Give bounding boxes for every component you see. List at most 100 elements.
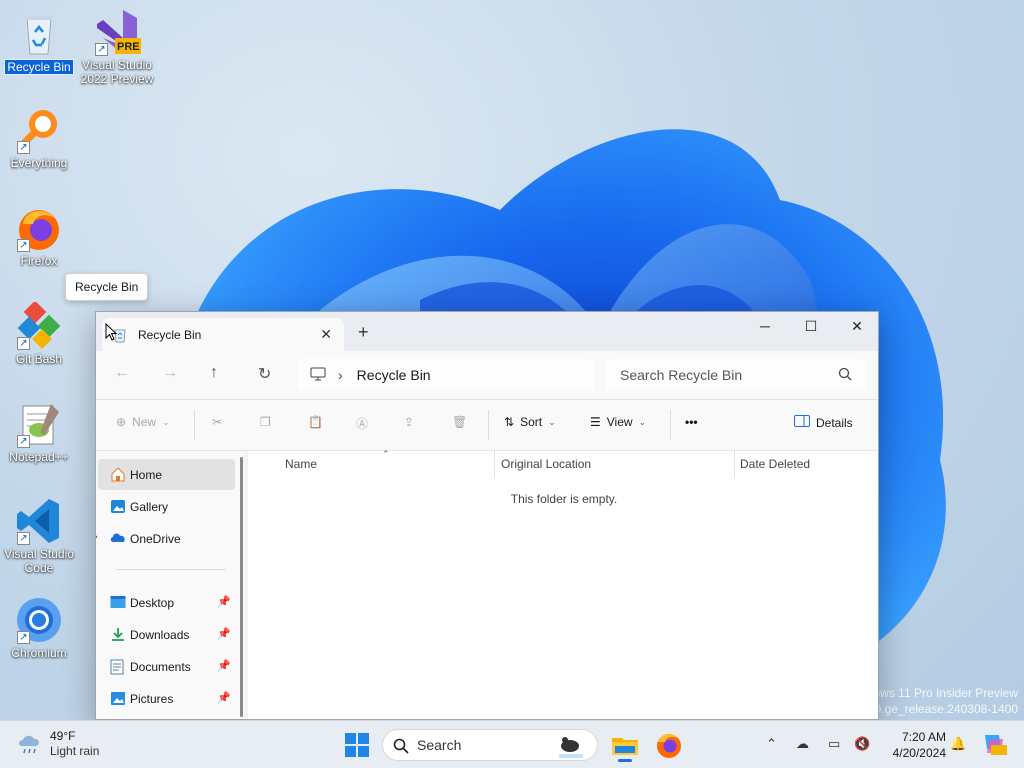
nav-item-label: Documents — [130, 659, 191, 674]
empty-folder-message: This folder is empty. — [510, 492, 618, 506]
close-tab-icon[interactable]: ✕ — [320, 326, 332, 343]
mouse-cursor-icon — [105, 323, 117, 341]
desktop-icon-vscode[interactable]: ↗ Visual Studio Code — [1, 497, 77, 575]
desktop-icon-firefox[interactable]: ↗ Firefox — [1, 204, 77, 268]
column-header-date-deleted[interactable]: Date Deleted — [740, 457, 810, 471]
cut-icon[interactable]: ✂ — [212, 415, 222, 429]
divider — [488, 410, 489, 440]
git-bash-icon: ↗ — [15, 300, 63, 350]
shortcut-arrow-icon: ↗ — [17, 435, 30, 448]
desktop-icon-notepad-plus-plus[interactable]: ↗ Notepad++ — [1, 400, 77, 464]
view-label: View — [606, 415, 633, 429]
taskbar-firefox[interactable] — [653, 729, 685, 761]
show-hidden-icons-chevron[interactable]: ⌃ — [766, 736, 777, 752]
nav-item-downloads[interactable]: Downloads 📌 — [98, 619, 235, 650]
details-button[interactable]: Details — [794, 415, 853, 430]
breadcrumb-separator[interactable]: › — [338, 367, 343, 383]
search-box[interactable]: Search Recycle Bin — [606, 359, 866, 391]
maximize-button[interactable]: ☐ — [788, 312, 834, 342]
share-icon[interactable]: ⇪ — [404, 415, 414, 429]
shortcut-arrow-icon: ↗ — [17, 631, 30, 644]
search-icon — [393, 738, 409, 754]
desktop-icon-label: Recycle Bin — [4, 59, 74, 75]
nav-scrollbar[interactable] — [240, 457, 243, 717]
pin-icon: 📌 — [217, 596, 231, 608]
tab-title: Recycle Bin — [138, 327, 202, 342]
watermark-line-1: ows 11 Pro Insider Preview — [873, 686, 1018, 700]
network-disconnected-icon[interactable]: ☁ — [796, 736, 809, 752]
nav-item-home[interactable]: Home — [98, 459, 235, 490]
shortcut-arrow-icon: ↗ — [17, 337, 30, 350]
taskbar: 49°F Light rain Search ⌃ ☁ ▭ 🔇 7:20 AM 4… — [0, 720, 1024, 768]
new-tab-button[interactable]: + — [358, 322, 369, 343]
taskbar-file-explorer[interactable] — [609, 729, 641, 762]
chevron-right-icon[interactable]: › — [96, 531, 98, 543]
address-bar[interactable]: › Recycle Bin — [298, 359, 594, 391]
column-header-original-location[interactable]: Original Location — [501, 457, 591, 471]
desktop-icon-chromium[interactable]: ↗ Chromium — [1, 596, 77, 660]
close-window-button[interactable]: ✕ — [834, 312, 878, 342]
weather-condition: Light rain — [50, 744, 100, 758]
back-arrow-icon[interactable]: ← — [114, 364, 130, 382]
column-divider[interactable] — [494, 451, 495, 477]
minimize-button[interactable]: ─ — [742, 312, 788, 342]
forward-arrow-icon[interactable]: → — [162, 364, 178, 382]
refresh-icon[interactable]: ↻ — [258, 364, 271, 384]
visual-studio-preview-icon: PRE ↗ — [93, 8, 141, 56]
nav-item-onedrive[interactable]: › OneDrive — [96, 523, 235, 554]
volume-muted-icon[interactable]: 🔇 — [854, 736, 870, 752]
firefox-icon — [657, 733, 681, 758]
nav-item-desktop[interactable]: Desktop 📌 — [98, 587, 235, 618]
start-button[interactable] — [341, 729, 373, 761]
divider — [194, 410, 195, 440]
new-button[interactable]: ⊕ New ⌄ — [116, 415, 170, 429]
desktop-icon-recycle-bin[interactable]: Recycle Bin — [1, 10, 77, 75]
vscode-icon: ↗ — [15, 497, 63, 545]
desktop-icon-visual-studio-preview[interactable]: PRE ↗ Visual Studio 2022 Preview — [79, 8, 155, 86]
details-pane-icon — [794, 415, 810, 430]
recycle-bin-icon — [15, 10, 63, 58]
nav-divider — [116, 569, 226, 570]
desktop-icon-git-bash[interactable]: ↗ Git Bash — [1, 300, 77, 366]
search-highlight-icon — [559, 737, 583, 758]
view-button[interactable]: ☰ View ⌄ — [590, 415, 646, 429]
nav-item-label: OneDrive — [130, 531, 181, 546]
sort-button[interactable]: ⇅ Sort ⌄ — [504, 415, 556, 429]
more-options-button[interactable]: ••• — [685, 415, 698, 429]
display-icon[interactable]: ▭ — [828, 736, 840, 752]
chevron-down-icon: ⌄ — [162, 416, 170, 427]
pictures-icon — [110, 691, 126, 709]
copilot-button[interactable] — [979, 729, 1011, 761]
column-header-name[interactable]: Name — [285, 457, 317, 471]
column-divider[interactable] — [734, 451, 735, 477]
desktop-folder-icon — [110, 595, 126, 612]
desktop-icon-label: Notepad++ — [9, 450, 69, 464]
copy-icon[interactable]: ❐ — [260, 415, 271, 429]
desktop-icon-everything[interactable]: ↗ Everything — [1, 106, 77, 170]
breadcrumb-recycle-bin[interactable]: Recycle Bin — [357, 367, 431, 383]
rename-icon[interactable]: Ⓐ — [356, 415, 368, 432]
nav-item-pictures[interactable]: Pictures 📌 — [98, 683, 235, 714]
sort-ascending-icon: ⌃ — [382, 449, 390, 459]
delete-icon[interactable]: 🗑 — [452, 415, 467, 429]
desktop-icon-label: Git Bash — [15, 352, 63, 366]
paste-icon[interactable]: 📋 — [308, 415, 323, 429]
taskbar-search[interactable]: Search — [382, 729, 598, 761]
nav-item-gallery[interactable]: Gallery — [98, 491, 235, 522]
documents-icon — [110, 659, 124, 678]
sort-label: Sort — [520, 415, 543, 429]
plus-circle-icon: ⊕ — [116, 415, 127, 429]
tab-recycle-bin[interactable]: Recycle Bin ✕ — [102, 318, 344, 351]
search-icon — [838, 367, 852, 384]
weather-widget[interactable]: 49°F Light rain — [16, 729, 99, 759]
nav-item-documents[interactable]: Documents 📌 — [98, 651, 235, 682]
shortcut-arrow-icon: ↗ — [95, 43, 108, 56]
system-clock[interactable]: 7:20 AM 4/20/2024 — [880, 729, 946, 761]
navigation-pane: Home Gallery › OneDrive Desktop 📌 — [96, 451, 244, 719]
active-app-indicator — [618, 759, 632, 762]
clock-time: 7:20 AM — [901, 730, 946, 744]
nav-item-label: Pictures — [130, 691, 174, 706]
desktop-icon-label: Everything — [10, 156, 68, 170]
up-arrow-icon[interactable]: ↑ — [210, 364, 218, 382]
notification-bell-icon[interactable]: 🔔 — [950, 736, 966, 752]
